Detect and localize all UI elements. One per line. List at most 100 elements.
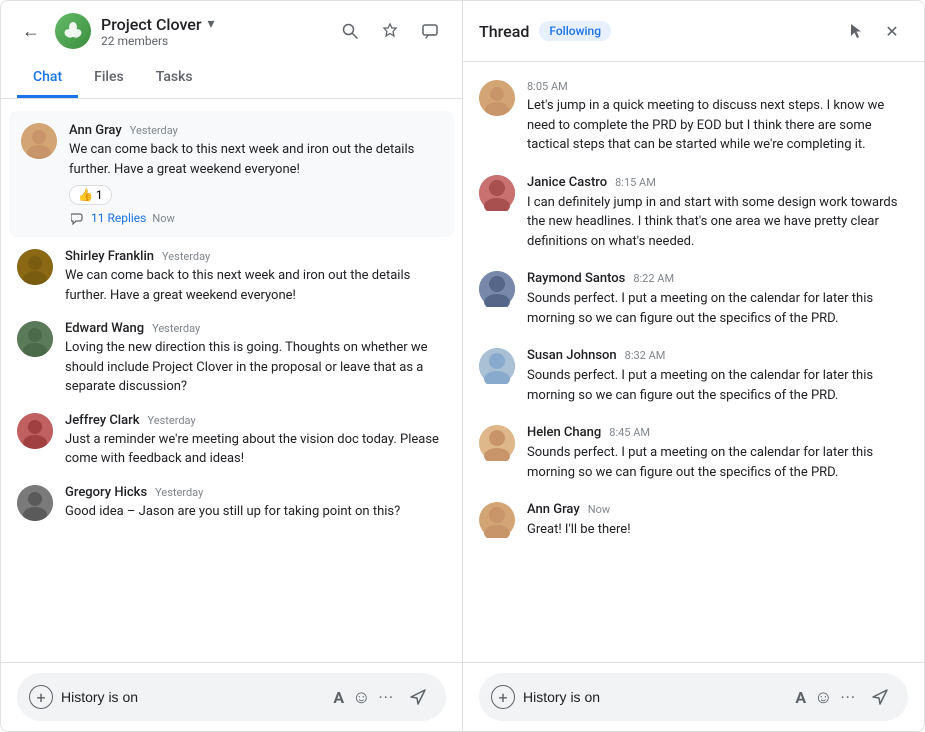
search-button[interactable] xyxy=(334,15,366,47)
message-author: Ann Gray xyxy=(69,123,122,138)
members-count: 22 members xyxy=(101,34,324,48)
thread-message-header: Janice Castro 8:15 AM xyxy=(527,175,908,190)
avatar xyxy=(479,80,515,116)
message-time: 8:22 AM xyxy=(633,272,674,285)
pin-button[interactable] xyxy=(374,15,406,47)
thread-message-content: Ann Gray Now Great! I'll be there! xyxy=(527,502,908,540)
channel-title: Project Clover ▾ xyxy=(101,15,324,34)
thread-header: Thread Following ✕ xyxy=(463,1,924,62)
avatar xyxy=(479,348,515,384)
message-author: Jeffrey Clark xyxy=(65,413,140,428)
thread-title: Thread xyxy=(479,22,529,41)
message-time: Yesterday xyxy=(152,322,200,335)
format-text-button[interactable]: A xyxy=(795,688,806,707)
message-time: Now xyxy=(588,503,610,516)
chat-button[interactable] xyxy=(414,15,446,47)
emoji-button[interactable]: ☺ xyxy=(352,687,370,708)
message-time: Yesterday xyxy=(148,414,196,427)
message-text: Good idea – Jason are you still up for t… xyxy=(65,502,446,522)
left-input-area: + A ☺ ··· xyxy=(1,662,462,731)
tabs: Chat Files Tasks xyxy=(17,59,446,98)
message-author: Gregory Hicks xyxy=(65,485,147,500)
cursor-icon xyxy=(840,15,872,47)
more-options-button[interactable]: ··· xyxy=(840,688,856,707)
tab-files[interactable]: Files xyxy=(78,59,140,98)
thread-message-header: Ann Gray Now xyxy=(527,502,908,517)
emoji-button[interactable]: ☺ xyxy=(814,687,832,708)
message-author: Raymond Santos xyxy=(527,271,625,286)
reaction-badge[interactable]: 👍 1 xyxy=(69,185,112,205)
list-item: Ann Gray Yesterday We can come back to t… xyxy=(9,111,454,237)
header-actions xyxy=(334,15,446,47)
thread-message-content: 8:05 AM Let's jump in a quick meeting to… xyxy=(527,80,908,155)
table-row: Raymond Santos 8:22 AM Sounds perfect. I… xyxy=(479,261,908,338)
following-badge[interactable]: Following xyxy=(539,21,611,41)
left-input-row: + A ☺ ··· xyxy=(17,673,446,721)
message-time: 8:15 AM xyxy=(615,176,656,189)
avatar xyxy=(21,123,57,159)
avatar xyxy=(479,502,515,538)
thread-message-header: Raymond Santos 8:22 AM xyxy=(527,271,908,286)
thread-text: Sounds perfect. I put a meeting on the c… xyxy=(527,289,908,328)
avatar xyxy=(479,425,515,461)
thread-message-content: Janice Castro 8:15 AM I can definitely j… xyxy=(527,175,908,252)
channel-info: Project Clover ▾ 22 members xyxy=(101,15,324,48)
list-item: Edward Wang Yesterday Loving the new dir… xyxy=(1,313,462,405)
add-attachment-button[interactable]: + xyxy=(29,685,53,709)
message-time: Yesterday xyxy=(155,486,203,499)
avatar xyxy=(479,271,515,307)
thread-messages-area: 8:05 AM Let's jump in a quick meeting to… xyxy=(463,62,924,662)
right-input-area: + A ☺ ··· xyxy=(463,662,924,731)
replies-icon xyxy=(71,211,85,225)
thread-message-content: Susan Johnson 8:32 AM Sounds perfect. I … xyxy=(527,348,908,405)
thread-message-header: 8:05 AM xyxy=(527,80,908,93)
thread-text: Great! I'll be there! xyxy=(527,520,908,540)
message-time: 8:45 AM xyxy=(609,426,650,439)
send-button[interactable] xyxy=(402,681,434,713)
thread-message-content: Raymond Santos 8:22 AM Sounds perfect. I… xyxy=(527,271,908,328)
message-text: Loving the new direction this is going. … xyxy=(65,338,446,397)
replies-row: 11 Replies Now xyxy=(69,211,442,225)
avatar xyxy=(17,321,53,357)
message-content: Gregory Hicks Yesterday Good idea – Jaso… xyxy=(65,485,446,522)
back-button[interactable]: ← xyxy=(17,17,45,45)
send-button[interactable] xyxy=(864,681,896,713)
thread-text: Sounds perfect. I put a meeting on the c… xyxy=(527,366,908,405)
right-panel: Thread Following ✕ 8:05 AM xyxy=(463,1,924,731)
more-options-button[interactable]: ··· xyxy=(378,688,394,707)
thread-title-row: Thread Following xyxy=(479,21,611,41)
add-attachment-button[interactable]: + xyxy=(491,685,515,709)
message-author: Susan Johnson xyxy=(527,348,617,363)
list-item: Jeffrey Clark Yesterday Just a reminder … xyxy=(1,405,462,477)
thread-text: Sounds perfect. I put a meeting on the c… xyxy=(527,443,908,482)
message-header: Jeffrey Clark Yesterday xyxy=(65,413,446,428)
replies-count[interactable]: 11 Replies xyxy=(91,211,146,225)
table-row: Susan Johnson 8:32 AM Sounds perfect. I … xyxy=(479,338,908,415)
avatar xyxy=(17,485,53,521)
left-input-icons: A ☺ ··· xyxy=(333,687,394,708)
right-message-input[interactable] xyxy=(523,689,787,705)
left-header: ← Project Clover ▾ 22 members xyxy=(1,1,462,99)
message-author: Shirley Franklin xyxy=(65,249,154,264)
chevron-down-icon[interactable]: ▾ xyxy=(208,16,215,32)
avatar xyxy=(17,249,53,285)
list-item: Shirley Franklin Yesterday We can come b… xyxy=(1,241,462,313)
tab-tasks[interactable]: Tasks xyxy=(140,59,209,98)
message-header: Shirley Franklin Yesterday xyxy=(65,249,446,264)
message-content: Shirley Franklin Yesterday We can come b… xyxy=(65,249,446,305)
format-text-button[interactable]: A xyxy=(333,688,344,707)
message-content: Ann Gray Yesterday We can come back to t… xyxy=(69,123,442,225)
thread-text: I can definitely jump in and start with … xyxy=(527,193,908,252)
message-author: Ann Gray xyxy=(527,502,580,517)
thread-message-content: Helen Chang 8:45 AM Sounds perfect. I pu… xyxy=(527,425,908,482)
channel-avatar xyxy=(55,13,91,49)
message-text: Just a reminder we're meeting about the … xyxy=(65,430,446,469)
message-author: Janice Castro xyxy=(527,175,607,190)
tab-chat[interactable]: Chat xyxy=(17,59,78,98)
close-thread-button[interactable]: ✕ xyxy=(876,15,908,47)
thread-message-header: Susan Johnson 8:32 AM xyxy=(527,348,908,363)
left-message-input[interactable] xyxy=(61,689,325,705)
channel-name: Project Clover xyxy=(101,15,202,34)
message-text: We can come back to this next week and i… xyxy=(69,140,442,179)
table-row: Helen Chang 8:45 AM Sounds perfect. I pu… xyxy=(479,415,908,492)
